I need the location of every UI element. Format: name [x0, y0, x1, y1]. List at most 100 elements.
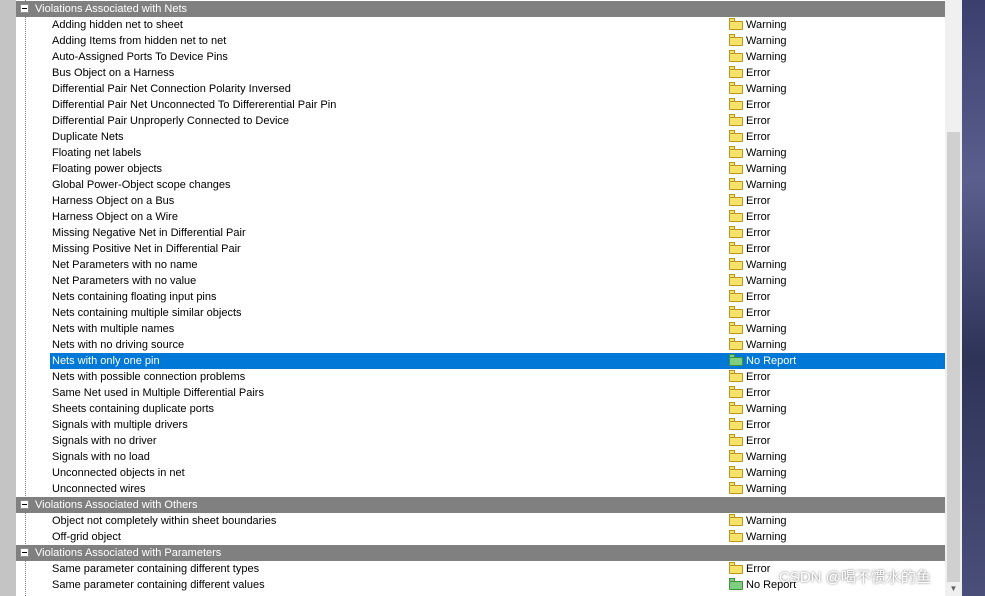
severity-dropdown[interactable]: Warning: [728, 481, 945, 497]
folder-icon: [729, 274, 743, 286]
violation-row[interactable]: Adding hidden net to sheet Warning: [16, 17, 945, 33]
severity-dropdown[interactable]: Warning: [728, 465, 945, 481]
violation-row[interactable]: Harness Object on a Bus Error: [16, 193, 945, 209]
green-folder-icon: [729, 354, 743, 366]
violation-name: Off-grid object: [52, 531, 121, 543]
violation-row[interactable]: Floating net labels Warning: [16, 145, 945, 161]
severity-dropdown[interactable]: Warning: [728, 145, 945, 161]
severity-dropdown[interactable]: Warning: [728, 401, 945, 417]
violation-name: Differential Pair Net Connection Polarit…: [52, 83, 291, 95]
group-header[interactable]: Violations Associated with Parameters: [16, 545, 945, 561]
severity-label: No Report: [746, 355, 797, 367]
collapse-minus-icon[interactable]: [20, 500, 29, 509]
severity-label: Warning: [746, 467, 787, 479]
violation-name: Signals with no driver: [52, 435, 157, 447]
severity-dropdown[interactable]: Warning: [728, 513, 945, 529]
violation-row[interactable]: Nets with only one pin No Report: [16, 353, 945, 369]
severity-dropdown[interactable]: Error: [728, 193, 945, 209]
violation-row[interactable]: Net Parameters with no value Warning: [16, 273, 945, 289]
severity-dropdown[interactable]: Error: [728, 385, 945, 401]
violation-name: Nets with only one pin: [52, 355, 160, 367]
violation-name: Harness Object on a Wire: [52, 211, 178, 223]
severity-dropdown[interactable]: Error: [728, 113, 945, 129]
severity-dropdown[interactable]: Error: [728, 433, 945, 449]
violation-row[interactable]: Same Net used in Multiple Differential P…: [16, 385, 945, 401]
severity-dropdown[interactable]: Error: [728, 417, 945, 433]
violation-row[interactable]: Unconnected wires Warning: [16, 481, 945, 497]
violation-row[interactable]: Unconnected objects in net Warning: [16, 465, 945, 481]
violation-row[interactable]: Nets containing multiple similar objects…: [16, 305, 945, 321]
severity-label: Warning: [746, 19, 787, 31]
folder-icon: [729, 530, 743, 542]
severity-dropdown[interactable]: Error: [728, 369, 945, 385]
violation-row[interactable]: Bus Object on a Harness Error: [16, 65, 945, 81]
violation-row[interactable]: Adding Items from hidden net to net Warni…: [16, 33, 945, 49]
severity-dropdown[interactable]: Warning: [728, 449, 945, 465]
violation-row[interactable]: Differential Pair Net Connection Polarit…: [16, 81, 945, 97]
severity-dropdown[interactable]: Error: [728, 225, 945, 241]
group-title: Violations Associated with Nets: [35, 3, 188, 15]
severity-dropdown[interactable]: Error: [728, 65, 945, 81]
violation-row[interactable]: Sheets containing duplicate ports Warning: [16, 401, 945, 417]
severity-dropdown[interactable]: Error: [728, 209, 945, 225]
folder-icon: [729, 162, 743, 174]
severity-label: Warning: [746, 339, 787, 351]
severity-dropdown[interactable]: Warning: [728, 161, 945, 177]
folder-icon: [729, 434, 743, 446]
folder-icon: [729, 562, 743, 574]
severity-label: Error: [746, 419, 771, 431]
violation-row[interactable]: Differential Pair Unproperly Connected t…: [16, 113, 945, 129]
violation-row[interactable]: Nets containing floating input pins Error: [16, 289, 945, 305]
violation-row[interactable]: Nets with multiple names Warning: [16, 321, 945, 337]
folder-icon: [729, 226, 743, 238]
severity-dropdown[interactable]: Warning: [728, 49, 945, 65]
folder-icon: [729, 386, 743, 398]
severity-dropdown[interactable]: Warning: [728, 33, 945, 49]
violation-row[interactable]: Signals with no load Warning: [16, 449, 945, 465]
severity-dropdown[interactable]: Warning: [728, 529, 945, 545]
violation-row[interactable]: Differential Pair Net Unconnected To Dif…: [16, 97, 945, 113]
scrollbar-thumb[interactable]: [947, 132, 960, 582]
violation-row[interactable]: Object not completely within sheet bound…: [16, 513, 945, 529]
violation-row[interactable]: Missing Negative Net in Differential Pai…: [16, 225, 945, 241]
severity-dropdown[interactable]: Warning: [728, 257, 945, 273]
violation-row[interactable]: Net Parameters with no name Warning: [16, 257, 945, 273]
severity-label: Warning: [746, 179, 787, 191]
severity-label: Warning: [746, 35, 787, 47]
violation-row[interactable]: Floating power objects Warning: [16, 161, 945, 177]
violation-row[interactable]: Signals with multiple drivers Error: [16, 417, 945, 433]
violation-row[interactable]: Missing Positive Net in Differential Pai…: [16, 241, 945, 257]
group-header[interactable]: Violations Associated with Nets: [16, 1, 945, 17]
severity-dropdown[interactable]: Warning: [728, 321, 945, 337]
severity-dropdown[interactable]: Error: [728, 97, 945, 113]
severity-dropdown[interactable]: Warning: [728, 273, 945, 289]
violation-row[interactable]: Nets with possible connection problems Er…: [16, 369, 945, 385]
severity-dropdown[interactable]: Warning: [728, 81, 945, 97]
folder-icon: [729, 50, 743, 62]
severity-dropdown[interactable]: Error: [728, 241, 945, 257]
severity-dropdown[interactable]: Error: [728, 129, 945, 145]
violation-row[interactable]: Global Power-Object scope changes Warning: [16, 177, 945, 193]
severity-dropdown[interactable]: No Report: [728, 353, 945, 369]
severity-dropdown[interactable]: Warning: [728, 177, 945, 193]
folder-icon: [729, 146, 743, 158]
violation-row[interactable]: Off-grid object Warning: [16, 529, 945, 545]
folder-icon: [729, 210, 743, 222]
violation-row[interactable]: Harness Object on a Wire Error: [16, 209, 945, 225]
folder-icon: [729, 290, 743, 302]
group-header[interactable]: Violations Associated with Others: [16, 497, 945, 513]
severity-dropdown[interactable]: Error: [728, 289, 945, 305]
severity-dropdown[interactable]: Warning: [728, 337, 945, 353]
violation-name: Unconnected wires: [52, 483, 146, 495]
severity-dropdown[interactable]: Warning: [728, 17, 945, 33]
severity-dropdown[interactable]: Error: [728, 305, 945, 321]
violation-row[interactable]: Signals with no driver Error: [16, 433, 945, 449]
collapse-minus-icon[interactable]: [20, 548, 29, 557]
violation-name: Nets with multiple names: [52, 323, 175, 335]
collapse-minus-icon[interactable]: [20, 4, 29, 13]
violation-row[interactable]: Auto-Assigned Ports To Device Pins Warnin…: [16, 49, 945, 65]
violation-row[interactable]: Nets with no driving source Warning: [16, 337, 945, 353]
severity-label: Warning: [746, 51, 787, 63]
violation-row[interactable]: Duplicate Nets Error: [16, 129, 945, 145]
scroll-down-arrow-icon[interactable]: ▼: [947, 582, 960, 596]
